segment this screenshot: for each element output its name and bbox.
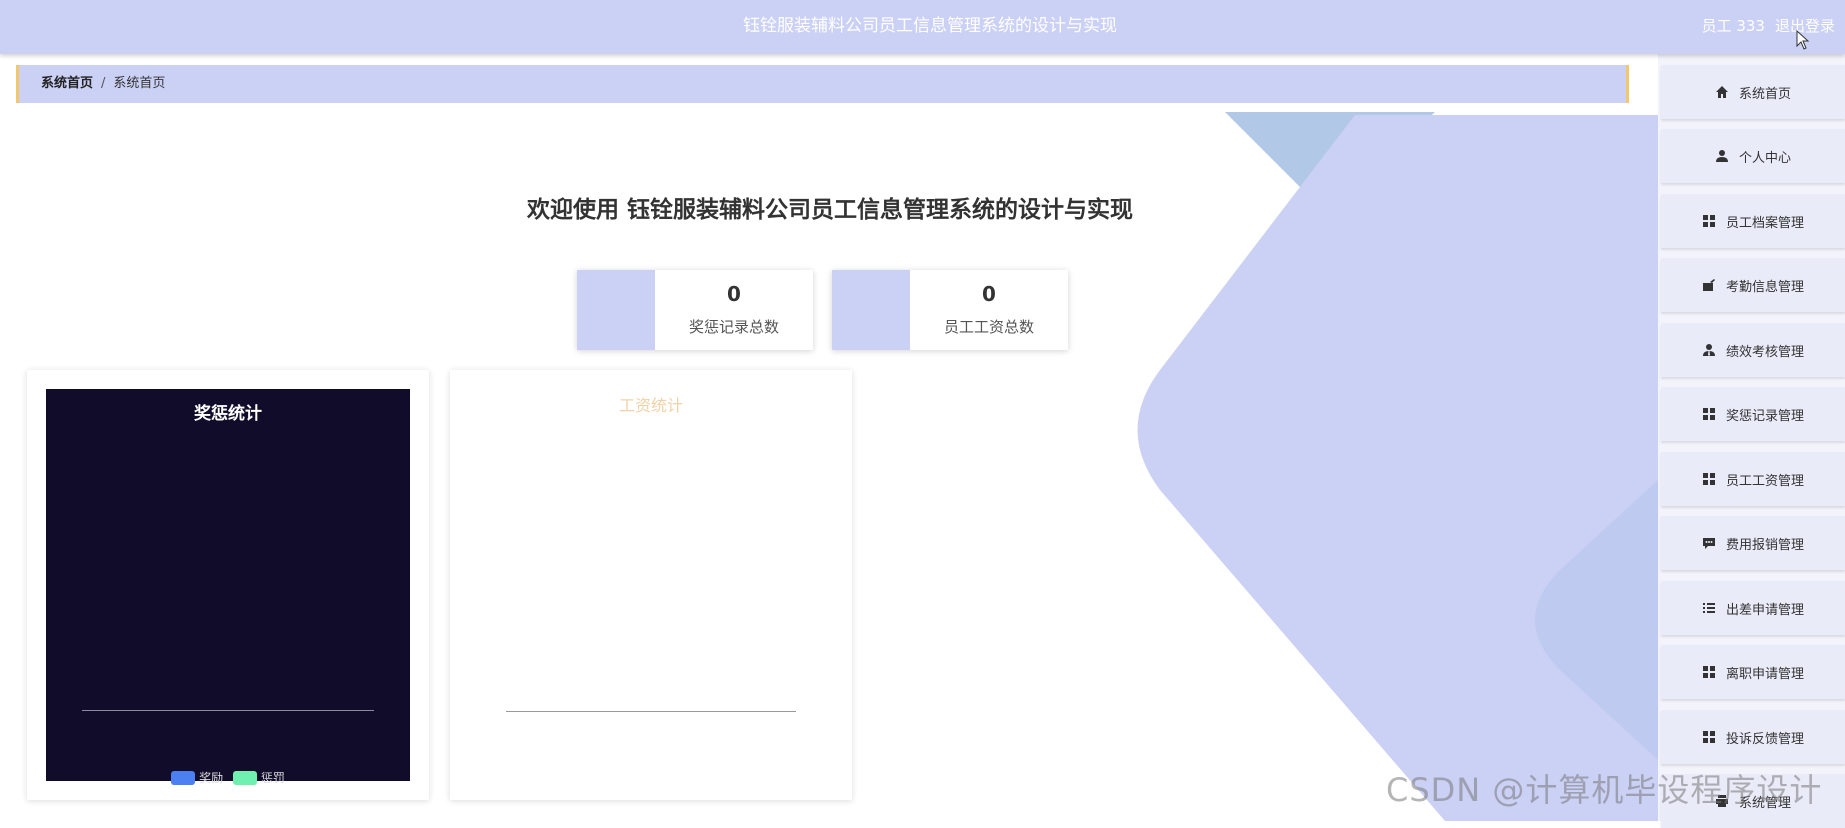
- stat-card-swatch: [832, 270, 910, 350]
- sidebar-item-attendance[interactable]: 考勤信息管理: [1661, 258, 1845, 312]
- sidebar-item-profile[interactable]: 个人中心: [1661, 129, 1845, 183]
- user-tie-icon: [1702, 343, 1716, 357]
- stat-label: 奖惩记录总数: [688, 318, 779, 336]
- grid-icon: [1702, 472, 1716, 486]
- sidebar-item-expenses[interactable]: 费用报销管理: [1661, 516, 1845, 570]
- user-area: 员工 333 退出登录: [1692, 0, 1835, 54]
- legend-label: 惩罚: [260, 771, 285, 785]
- sidebar-item-performance[interactable]: 绩效考核管理: [1661, 323, 1845, 377]
- sidebar-item-resignation[interactable]: 离职申请管理: [1661, 645, 1845, 699]
- breadcrumb-home[interactable]: 系统首页: [41, 76, 93, 91]
- stat-label: 员工工资总数: [943, 318, 1034, 336]
- sidebar-item-reward-records[interactable]: 奖惩记录管理: [1661, 387, 1845, 441]
- reward-chart: 奖惩统计 奖励 惩罚: [46, 389, 410, 785]
- legend-swatch: [171, 770, 196, 785]
- legend-swatch: [232, 770, 257, 785]
- reward-chart-legend: 奖励 惩罚: [46, 769, 410, 788]
- sidebar-item-label: 出差申请管理: [1725, 602, 1804, 618]
- stat-value: 0: [982, 282, 996, 306]
- sidebar-item-home[interactable]: 系统首页: [1661, 65, 1845, 119]
- stat-card-salary-total: 0 员工工资总数: [832, 270, 1068, 350]
- salary-chart-card: 工资统计: [450, 370, 852, 800]
- breadcrumb-separator: /: [101, 76, 106, 91]
- current-user-label: 员工 333: [1701, 17, 1765, 35]
- sidebar-item-label: 奖惩记录管理: [1725, 408, 1804, 424]
- sidebar-item-label: 系统首页: [1738, 86, 1791, 102]
- legend-item-punish[interactable]: 惩罚: [232, 769, 285, 786]
- sidebar-item-business-trip[interactable]: 出差申请管理: [1661, 581, 1845, 635]
- sidebar-item-label: 员工档案管理: [1725, 215, 1804, 231]
- home-icon: [1715, 85, 1729, 99]
- reward-chart-x-axis: [82, 710, 374, 711]
- sidebar-item-label: 员工工资管理: [1725, 473, 1804, 489]
- user-icon: [1715, 149, 1729, 163]
- comment-icon: [1702, 536, 1716, 550]
- legend-label: 奖励: [199, 771, 224, 785]
- sidebar-item-salary[interactable]: 员工工资管理: [1661, 452, 1845, 506]
- grid-icon: [1702, 407, 1716, 421]
- grid-icon: [1702, 665, 1716, 679]
- sidebar-item-employee-files[interactable]: 员工档案管理: [1661, 194, 1845, 248]
- sidebar-item-label: 考勤信息管理: [1725, 279, 1804, 295]
- salary-chart-title: 工资统计: [618, 396, 683, 415]
- csdn-watermark: CSDN @计算机毕设程序设计: [1386, 771, 1823, 809]
- list-icon: [1702, 601, 1716, 615]
- stat-value: 0: [727, 282, 741, 306]
- system-title: 钰铨服装辅料公司员工信息管理系统的设计与实现: [743, 16, 1117, 36]
- sidebar-item-complaints[interactable]: 投诉反馈管理: [1661, 710, 1845, 764]
- sidebar-item-label: 离职申请管理: [1725, 666, 1804, 682]
- reward-chart-title: 奖惩统计: [194, 404, 262, 424]
- legend-item-reward[interactable]: 奖励: [171, 769, 223, 786]
- breadcrumb: 系统首页 / 系统首页: [16, 65, 1629, 103]
- sidebar-item-label: 绩效考核管理: [1725, 344, 1804, 360]
- grid-icon: [1702, 214, 1716, 228]
- sidebar-item-label: 费用报销管理: [1725, 537, 1804, 553]
- welcome-heading: 欢迎使用 钰铨服装辅料公司员工信息管理系统的设计与实现: [526, 197, 1133, 223]
- stat-card-reward-total: 0 奖惩记录总数: [577, 270, 813, 350]
- reward-chart-card: 奖惩统计 奖励 惩罚: [27, 370, 429, 800]
- briefcase-icon: [1702, 278, 1716, 292]
- sidebar-item-label: 投诉反馈管理: [1725, 731, 1804, 747]
- sidebar-item-label: 个人中心: [1738, 150, 1791, 166]
- salary-chart-x-axis: [506, 711, 796, 712]
- sidebar-menu: 系统首页 个人中心 员工档案管理 考勤信息管理 绩效考核管理 奖惩记录管理 员工…: [1658, 54, 1845, 828]
- stat-card-swatch: [577, 270, 655, 350]
- top-header: 钰铨服装辅料公司员工信息管理系统的设计与实现 员工 333 退出登录: [0, 0, 1845, 54]
- grid-icon: [1702, 730, 1716, 744]
- mouse-cursor-icon: [1796, 30, 1810, 50]
- breadcrumb-current: 系统首页: [113, 76, 166, 91]
